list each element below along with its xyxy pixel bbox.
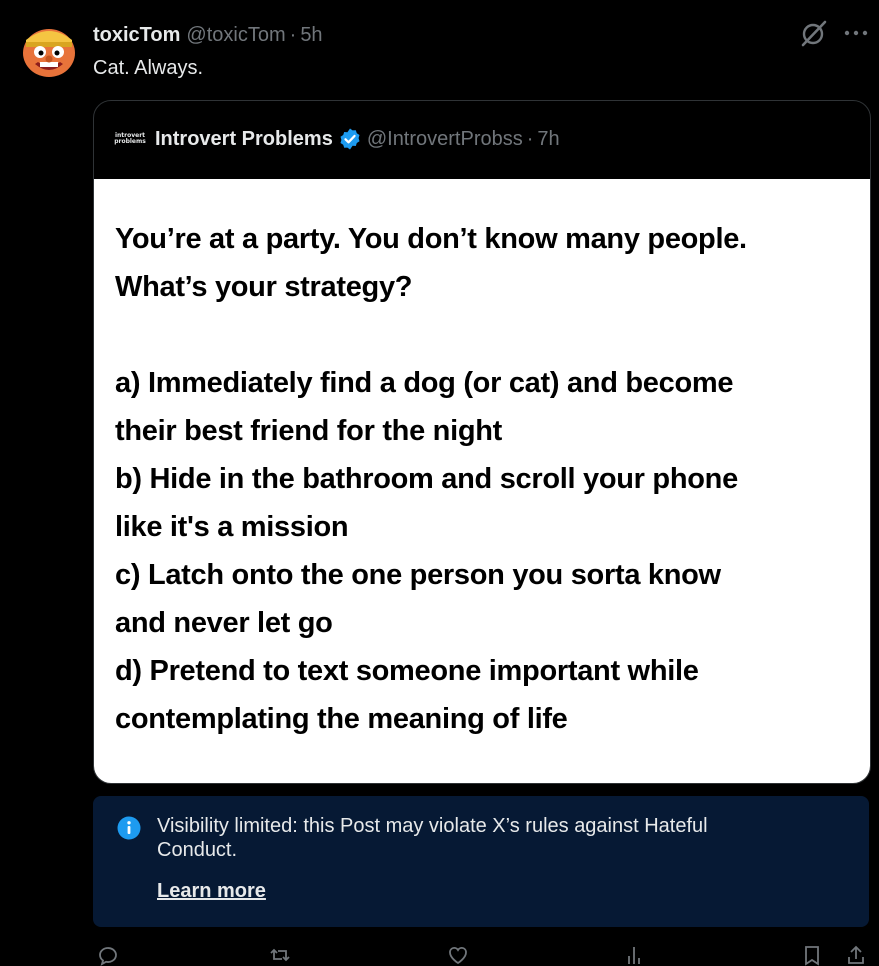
post-time[interactable]: 5h [300,24,322,47]
post[interactable]: toxicTom @toxicTom · 5h Cat. Always. int… [0,0,879,966]
post-text: Cat. Always. [93,57,204,79]
image-text: You’re at a party. You don’t know many p… [115,215,855,743]
action-bar [93,944,869,966]
image-text-line: You’re at a party. You don’t know many p… [115,223,747,255]
avatar-cartoon-face [20,20,78,78]
image-text-line: b) Hide in the bathroom and scroll your … [115,463,738,495]
author-handle[interactable]: @toxicTom [186,24,285,47]
image-text-line: c) Latch onto the one person you sorta k… [115,559,721,591]
quoted-post[interactable]: introvert problems Introvert Problems @I… [93,100,871,784]
share-icon[interactable] [845,944,867,966]
top-actions [799,18,869,48]
more-icon[interactable] [843,18,869,48]
quoted-author-name[interactable]: Introvert Problems [155,128,333,151]
like-icon[interactable] [447,944,469,966]
image-text-gap [115,311,855,359]
quoted-avatar[interactable]: introvert problems [114,125,146,153]
quoted-post-image[interactable]: You’re at a party. You don’t know many p… [94,179,870,783]
avatar[interactable] [20,20,78,78]
bookmark-icon[interactable] [801,944,823,966]
grok-icon[interactable] [799,18,829,48]
verified-badge-icon[interactable] [338,127,362,151]
reply-icon[interactable] [97,944,119,966]
visibility-notice: Visibility limited: this Post may violat… [93,796,869,927]
views-icon[interactable] [623,944,645,966]
image-text-line: like it's a mission [115,511,349,543]
repost-icon[interactable] [269,944,291,966]
author-name[interactable]: toxicTom [93,24,180,47]
info-icon [117,816,141,840]
notice-text: Visibility limited: this Post may violat… [157,815,708,861]
quoted-separator-dot: · [526,127,534,150]
learn-more-link[interactable]: Learn more [157,879,266,903]
image-text-line: contemplating the meaning of life [115,703,568,735]
quoted-post-header: introvert problems Introvert Problems @I… [114,125,560,153]
image-text-line: their best friend for the night [115,415,503,447]
image-text-line: What’s your strategy? [115,271,413,303]
image-text-line: a) Immediately find a dog (or cat) and b… [115,367,734,399]
post-header: toxicTom @toxicTom · 5h [93,22,323,48]
quoted-avatar-text-line2: problems [114,138,146,145]
image-text-line: and never let go [115,607,333,639]
separator-dot: · [289,23,297,46]
quoted-author-handle[interactable]: @IntrovertProbss [367,128,523,151]
quoted-post-time[interactable]: 7h [537,128,559,151]
image-text-line: d) Pretend to text someone important whi… [115,655,699,687]
